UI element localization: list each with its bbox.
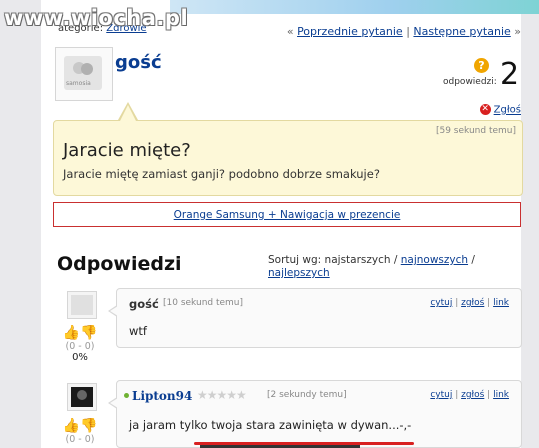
answers-count: 2 bbox=[500, 57, 520, 92]
prev-question-link[interactable]: Poprzednie pytanie bbox=[297, 25, 403, 38]
answer-time: [2 sekundy temu] bbox=[267, 390, 347, 400]
ad-link[interactable]: Orange Samsung + Nawigacja w prezencie bbox=[174, 209, 401, 221]
answer-author-name[interactable]: Lipton94 bbox=[132, 389, 192, 403]
vote-thumbs: 👍👎 bbox=[55, 325, 105, 341]
report-question-label: Zgłoś bbox=[493, 104, 521, 116]
watermark-logo: www.wiocha.pl bbox=[4, 6, 189, 30]
question-bubble: [59 sekund temu] Jaracie mięte? Jaracie … bbox=[53, 120, 523, 196]
answer-text: ja jaram tylko twoja stara zawinięta w d… bbox=[129, 418, 412, 432]
vote-thumbs: 👍👎 bbox=[55, 418, 105, 434]
report-x-icon: ✕ bbox=[479, 104, 491, 115]
sort-separator: / bbox=[471, 254, 475, 266]
answer-time: [10 sekund temu] bbox=[163, 298, 244, 308]
default-avatar-icon bbox=[71, 295, 93, 315]
answer-actions: cytuj | zgłoś | link bbox=[430, 298, 509, 308]
answer-bubble-tail-fill bbox=[110, 306, 118, 316]
next-arrows: » bbox=[514, 25, 521, 38]
user-photo-avatar bbox=[71, 387, 93, 407]
thumb-down-icon[interactable]: 👎 bbox=[80, 418, 97, 434]
sort-options: Sortuj wg: najstarszych / najnowszych / … bbox=[268, 254, 498, 280]
nav-separator: | bbox=[406, 25, 410, 38]
vote-score: (0 - 0) bbox=[65, 341, 95, 352]
question-author-avatar[interactable]: samosia bbox=[55, 47, 113, 101]
next-question-link[interactable]: Następne pytanie bbox=[413, 25, 510, 38]
answer-actions: cytuj | zgłoś | link bbox=[430, 390, 509, 400]
speech-bubbles-icon bbox=[73, 62, 93, 75]
report-answer-link[interactable]: zgłoś bbox=[461, 298, 484, 308]
rating-stars-icon: ★★★★★ bbox=[197, 388, 247, 402]
permalink[interactable]: link bbox=[493, 298, 509, 308]
answer-author-name[interactable]: gość bbox=[129, 297, 159, 311]
vote-score: (0 - 0) bbox=[65, 434, 95, 445]
answer-author-avatar[interactable] bbox=[67, 291, 97, 319]
answer-votes: 👍👎 (0 - 0) 0% bbox=[55, 325, 105, 363]
answer-bubble: gość [10 sekund temu] cytuj | zgłoś | li… bbox=[108, 288, 522, 348]
answer-text: wtf bbox=[129, 324, 147, 338]
question-mark-icon: ? bbox=[474, 58, 489, 73]
default-avatar-icon: samosia bbox=[64, 56, 102, 90]
answer-bubble: Lipton94 ★★★★★ [2 sekundy temu] cytuj | … bbox=[108, 380, 522, 448]
answer-bubble-tail-fill bbox=[110, 398, 118, 408]
quote-link[interactable]: cytuj bbox=[430, 390, 452, 400]
vote-percent: 0% bbox=[72, 352, 88, 363]
question-title: Jaracie mięte? bbox=[63, 140, 191, 161]
answer-votes: 👍👎 (0 - 0) bbox=[55, 418, 105, 445]
answer-author-avatar[interactable] bbox=[67, 383, 97, 411]
ad-banner: Orange Samsung + Nawigacja w prezencie bbox=[53, 202, 521, 227]
quote-link[interactable]: cytuj bbox=[430, 298, 452, 308]
answers-count-label: odpowiedzi: bbox=[443, 77, 497, 87]
question-bubble-tail-fill bbox=[120, 105, 136, 121]
thumb-up-icon[interactable]: 👍 bbox=[63, 325, 80, 341]
page-left-margin bbox=[0, 0, 41, 448]
page-right-margin bbox=[521, 0, 539, 448]
thumb-down-icon[interactable]: 👎 bbox=[80, 325, 97, 341]
permalink[interactable]: link bbox=[493, 390, 509, 400]
question-author-name[interactable]: gość bbox=[115, 52, 162, 73]
sort-label: Sortuj wg: najstarszych / bbox=[268, 254, 398, 266]
question-time: [59 sekund temu] bbox=[435, 126, 516, 136]
online-status-icon bbox=[124, 393, 129, 398]
question-navigation: « Poprzednie pytanie | Następne pytanie … bbox=[287, 25, 521, 38]
answers-heading: Odpowiedzi bbox=[57, 253, 182, 275]
thumb-up-icon[interactable]: 👍 bbox=[63, 418, 80, 434]
report-answer-link[interactable]: zgłoś bbox=[461, 390, 484, 400]
report-question-link[interactable]: ✕ Zgłoś bbox=[479, 104, 521, 116]
top-banner-strip bbox=[170, 0, 539, 14]
sort-newest-link[interactable]: najnowszych bbox=[401, 254, 468, 266]
avatar-caption: samosia bbox=[66, 80, 91, 87]
question-body: Jaracie miętę zamiast ganji? podobno dob… bbox=[63, 167, 380, 181]
sort-best-link[interactable]: najlepszych bbox=[268, 267, 330, 279]
prev-arrows: « bbox=[286, 25, 294, 38]
